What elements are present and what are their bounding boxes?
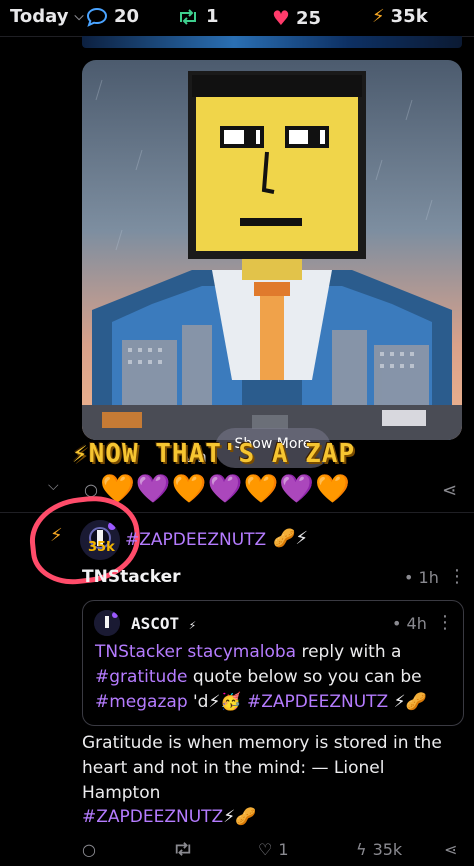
- period-label: Today: [10, 6, 69, 27]
- post-stats-bar: Today ⌵ 20 1 ♥ 25 ⚡ 35k: [0, 0, 474, 36]
- zap-count: 35k: [372, 840, 403, 859]
- quote-text: ⚡🥜: [388, 692, 427, 712]
- repost-icon: [180, 8, 196, 25]
- zapdeeznutz-hashtag[interactable]: #ZAPDEEZNUTZ: [82, 807, 223, 827]
- zap-overlay-text: ⚡NOW THAT'S A ZAP: [72, 439, 356, 469]
- post-image-pixel-art[interactable]: [82, 60, 462, 440]
- pixel-portrait: [82, 60, 462, 440]
- replies-count: 20: [114, 6, 140, 27]
- zap-action[interactable]: ϟ 35k: [356, 840, 402, 859]
- quote-author-label: ASCOT: [131, 614, 180, 633]
- quote-text: quote below so you can be: [187, 667, 422, 687]
- mention-links[interactable]: TNStacker stacymaloba: [95, 642, 296, 662]
- author-name[interactable]: TNStacker: [82, 567, 181, 587]
- avatar-image: [94, 610, 120, 636]
- emoji-text: ⚡🥜: [223, 807, 257, 827]
- quote-author-suffix: ⚡: [188, 618, 197, 632]
- more-options-icon[interactable]: ⋮: [448, 566, 466, 587]
- hashtag-link[interactable]: #ZAPDEEZNUTZ: [125, 530, 266, 550]
- heart-outline-icon: ♡: [258, 840, 273, 859]
- like-count: 1: [278, 840, 289, 859]
- post-time: • 1h: [404, 568, 439, 587]
- zaps-count: 35k: [390, 6, 428, 27]
- body-line: heart and not in the mind: — Lionel Hamp…: [82, 758, 385, 803]
- reply-footer-tag: #ZAPDEEZNUTZ⚡🥜: [82, 805, 256, 830]
- share-icon[interactable]: ⋖: [444, 840, 457, 859]
- zaps-stat[interactable]: ⚡ 35k: [372, 6, 428, 27]
- body-line: Gratitude is when memory is stored in th…: [82, 733, 442, 753]
- likes-count: 25: [295, 7, 321, 29]
- replies-stat[interactable]: 20: [86, 6, 139, 27]
- gratitude-hashtag[interactable]: #gratitude: [95, 667, 188, 687]
- post-time-value: 1h: [418, 568, 439, 587]
- collapse-chevron-icon[interactable]: ⌵: [48, 478, 59, 494]
- reply-icon: ○: [82, 840, 96, 859]
- repost-icon: [175, 842, 191, 856]
- repost-action[interactable]: [172, 840, 194, 858]
- reply-icon: [86, 7, 108, 27]
- megazap-hashtag[interactable]: #megazap: [95, 692, 188, 712]
- quote-time: • 4h: [392, 614, 427, 633]
- like-action[interactable]: ♡ 1: [258, 840, 289, 859]
- zapdeeznutz-hashtag[interactable]: #ZAPDEEZNUTZ: [247, 692, 388, 712]
- share-icon[interactable]: ⋖: [442, 480, 457, 501]
- reply-body: Gratitude is when memory is stored in th…: [82, 731, 464, 806]
- lightning-icon: ⚡: [372, 6, 385, 27]
- heart-icon: ♥: [272, 6, 290, 30]
- quote-more-icon[interactable]: ⋮: [436, 612, 454, 633]
- quote-content: TNStacker stacymaloba reply with a #grat…: [95, 640, 457, 715]
- quote-author-name[interactable]: ASCOT ⚡: [131, 614, 196, 633]
- reply-action[interactable]: ○: [82, 840, 96, 859]
- reposts-count: 1: [206, 6, 219, 27]
- heart-emoji-row: 🧡💜🧡💜🧡💜🧡: [100, 472, 352, 505]
- chevron-down-icon: ⌵: [74, 9, 84, 23]
- emoji-text: 🥜⚡: [273, 528, 309, 549]
- lightning-outline-icon: ϟ: [356, 840, 367, 859]
- reposts-stat[interactable]: 1: [176, 6, 219, 27]
- quote-text: 'd⚡🥳: [187, 692, 247, 712]
- period-selector[interactable]: Today ⌵: [10, 6, 84, 27]
- previous-image-edge: [82, 36, 462, 48]
- quote-text: reply with a: [296, 642, 402, 662]
- likes-stat[interactable]: ♥ 25: [272, 6, 321, 30]
- quote-author-avatar[interactable]: [94, 610, 120, 636]
- quote-time-value: 4h: [406, 614, 427, 633]
